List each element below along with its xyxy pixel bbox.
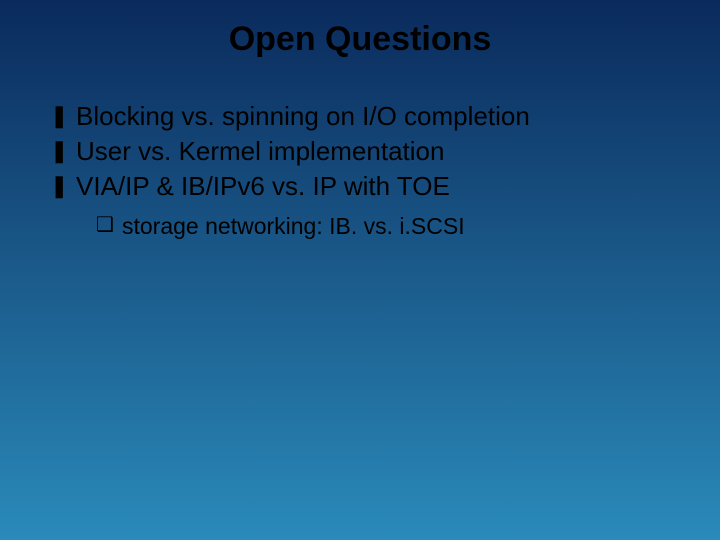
sub-bullet-list: ❑ storage networking: IB. vs. i.SCSI [50,210,670,242]
bullet-list: ❚ Blocking vs. spinning on I/O completio… [50,99,670,204]
bullet-glyph-icon: ❚ [50,134,76,167]
bullet-text: VIA/IP & IB/IPv6 vs. IP with TOE [76,169,450,204]
bullet-text: User vs. Kermel implementation [76,134,444,169]
sub-bullet-glyph-icon: ❑ [96,210,122,240]
bullet-item: ❚ User vs. Kermel implementation [50,134,670,169]
bullet-text: Blocking vs. spinning on I/O completion [76,99,530,134]
bullet-glyph-icon: ❚ [50,169,76,202]
slide-title: Open Questions [50,20,670,59]
bullet-glyph-icon: ❚ [50,99,76,132]
sub-bullet-item: ❑ storage networking: IB. vs. i.SCSI [96,210,670,242]
bullet-item: ❚ Blocking vs. spinning on I/O completio… [50,99,670,134]
bullet-item: ❚ VIA/IP & IB/IPv6 vs. IP with TOE [50,169,670,204]
sub-bullet-text: storage networking: IB. vs. i.SCSI [122,210,465,242]
slide: Open Questions ❚ Blocking vs. spinning o… [0,0,720,540]
